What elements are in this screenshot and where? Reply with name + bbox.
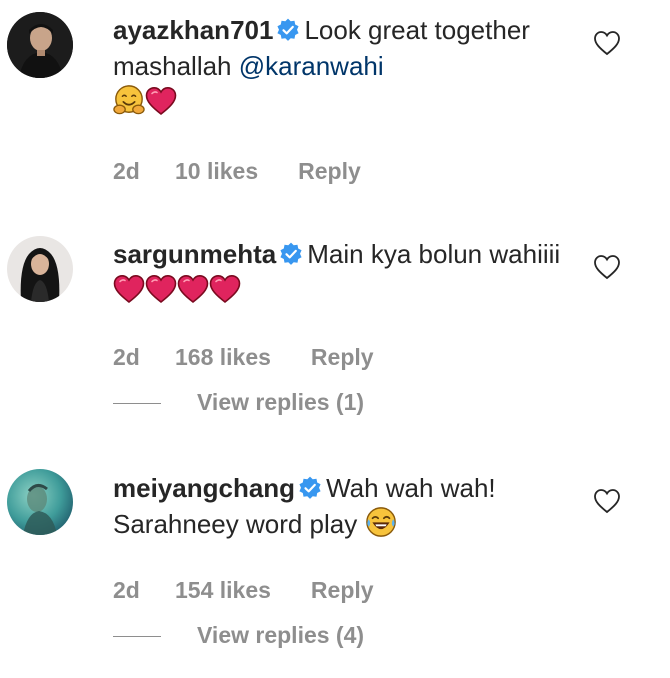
likes-count[interactable]: 10 likes: [175, 158, 258, 185]
like-heart-icon[interactable]: [593, 30, 621, 56]
red-heart-emoji-icon: [209, 274, 241, 304]
comment-text-block: meiyangchang Wah wah wah! Sarahneey word …: [113, 470, 573, 542]
view-replies-label: View replies (4): [197, 622, 365, 648]
comment-text-block: sargunmehta Main kya bolun wahiiii: [113, 236, 573, 308]
comment-meta: 2d 154 likes Reply: [113, 577, 374, 604]
tears-of-joy-emoji-icon: [365, 506, 397, 538]
verified-badge-icon: [276, 18, 300, 42]
username[interactable]: sargunmehta: [113, 239, 276, 269]
verified-badge-icon: [279, 242, 303, 266]
like-heart-icon[interactable]: [593, 254, 621, 280]
username[interactable]: meiyangchang: [113, 473, 295, 503]
comment-time: 2d: [113, 344, 140, 370]
view-replies-button[interactable]: View replies (1): [113, 389, 364, 416]
username[interactable]: ayazkhan701: [113, 15, 273, 45]
red-heart-emoji-icon: [145, 86, 177, 116]
likes-count[interactable]: 154 likes: [175, 577, 271, 604]
comment-text-block: ayazkhan701 Look great together mashallah…: [113, 12, 573, 120]
view-replies-button[interactable]: View replies (4): [113, 622, 364, 649]
mention-link[interactable]: @karanwahi: [239, 51, 384, 81]
avatar[interactable]: [7, 469, 73, 535]
comment-time: 2d: [113, 158, 140, 184]
like-heart-icon[interactable]: [593, 488, 621, 514]
comment-time: 2d: [113, 577, 140, 603]
red-heart-emoji-icon: [145, 274, 177, 304]
red-heart-emoji-icon: [177, 274, 209, 304]
divider-line: [113, 636, 161, 638]
comment-meta: 2d 10 likes Reply: [113, 158, 361, 185]
divider-line: [113, 403, 161, 405]
verified-badge-icon: [298, 476, 322, 500]
comment-meta: 2d 168 likes Reply: [113, 344, 374, 371]
reply-button[interactable]: Reply: [311, 344, 374, 370]
hugging-face-emoji-icon: [113, 84, 145, 116]
avatar[interactable]: [7, 236, 73, 302]
reply-button[interactable]: Reply: [311, 577, 374, 603]
reply-button[interactable]: Reply: [298, 158, 361, 184]
avatar[interactable]: [7, 12, 73, 78]
likes-count[interactable]: 168 likes: [175, 344, 271, 371]
view-replies-label: View replies (1): [197, 389, 365, 415]
comment-text: Main kya bolun wahiiii: [307, 239, 561, 269]
red-heart-emoji-icon: [113, 274, 145, 304]
